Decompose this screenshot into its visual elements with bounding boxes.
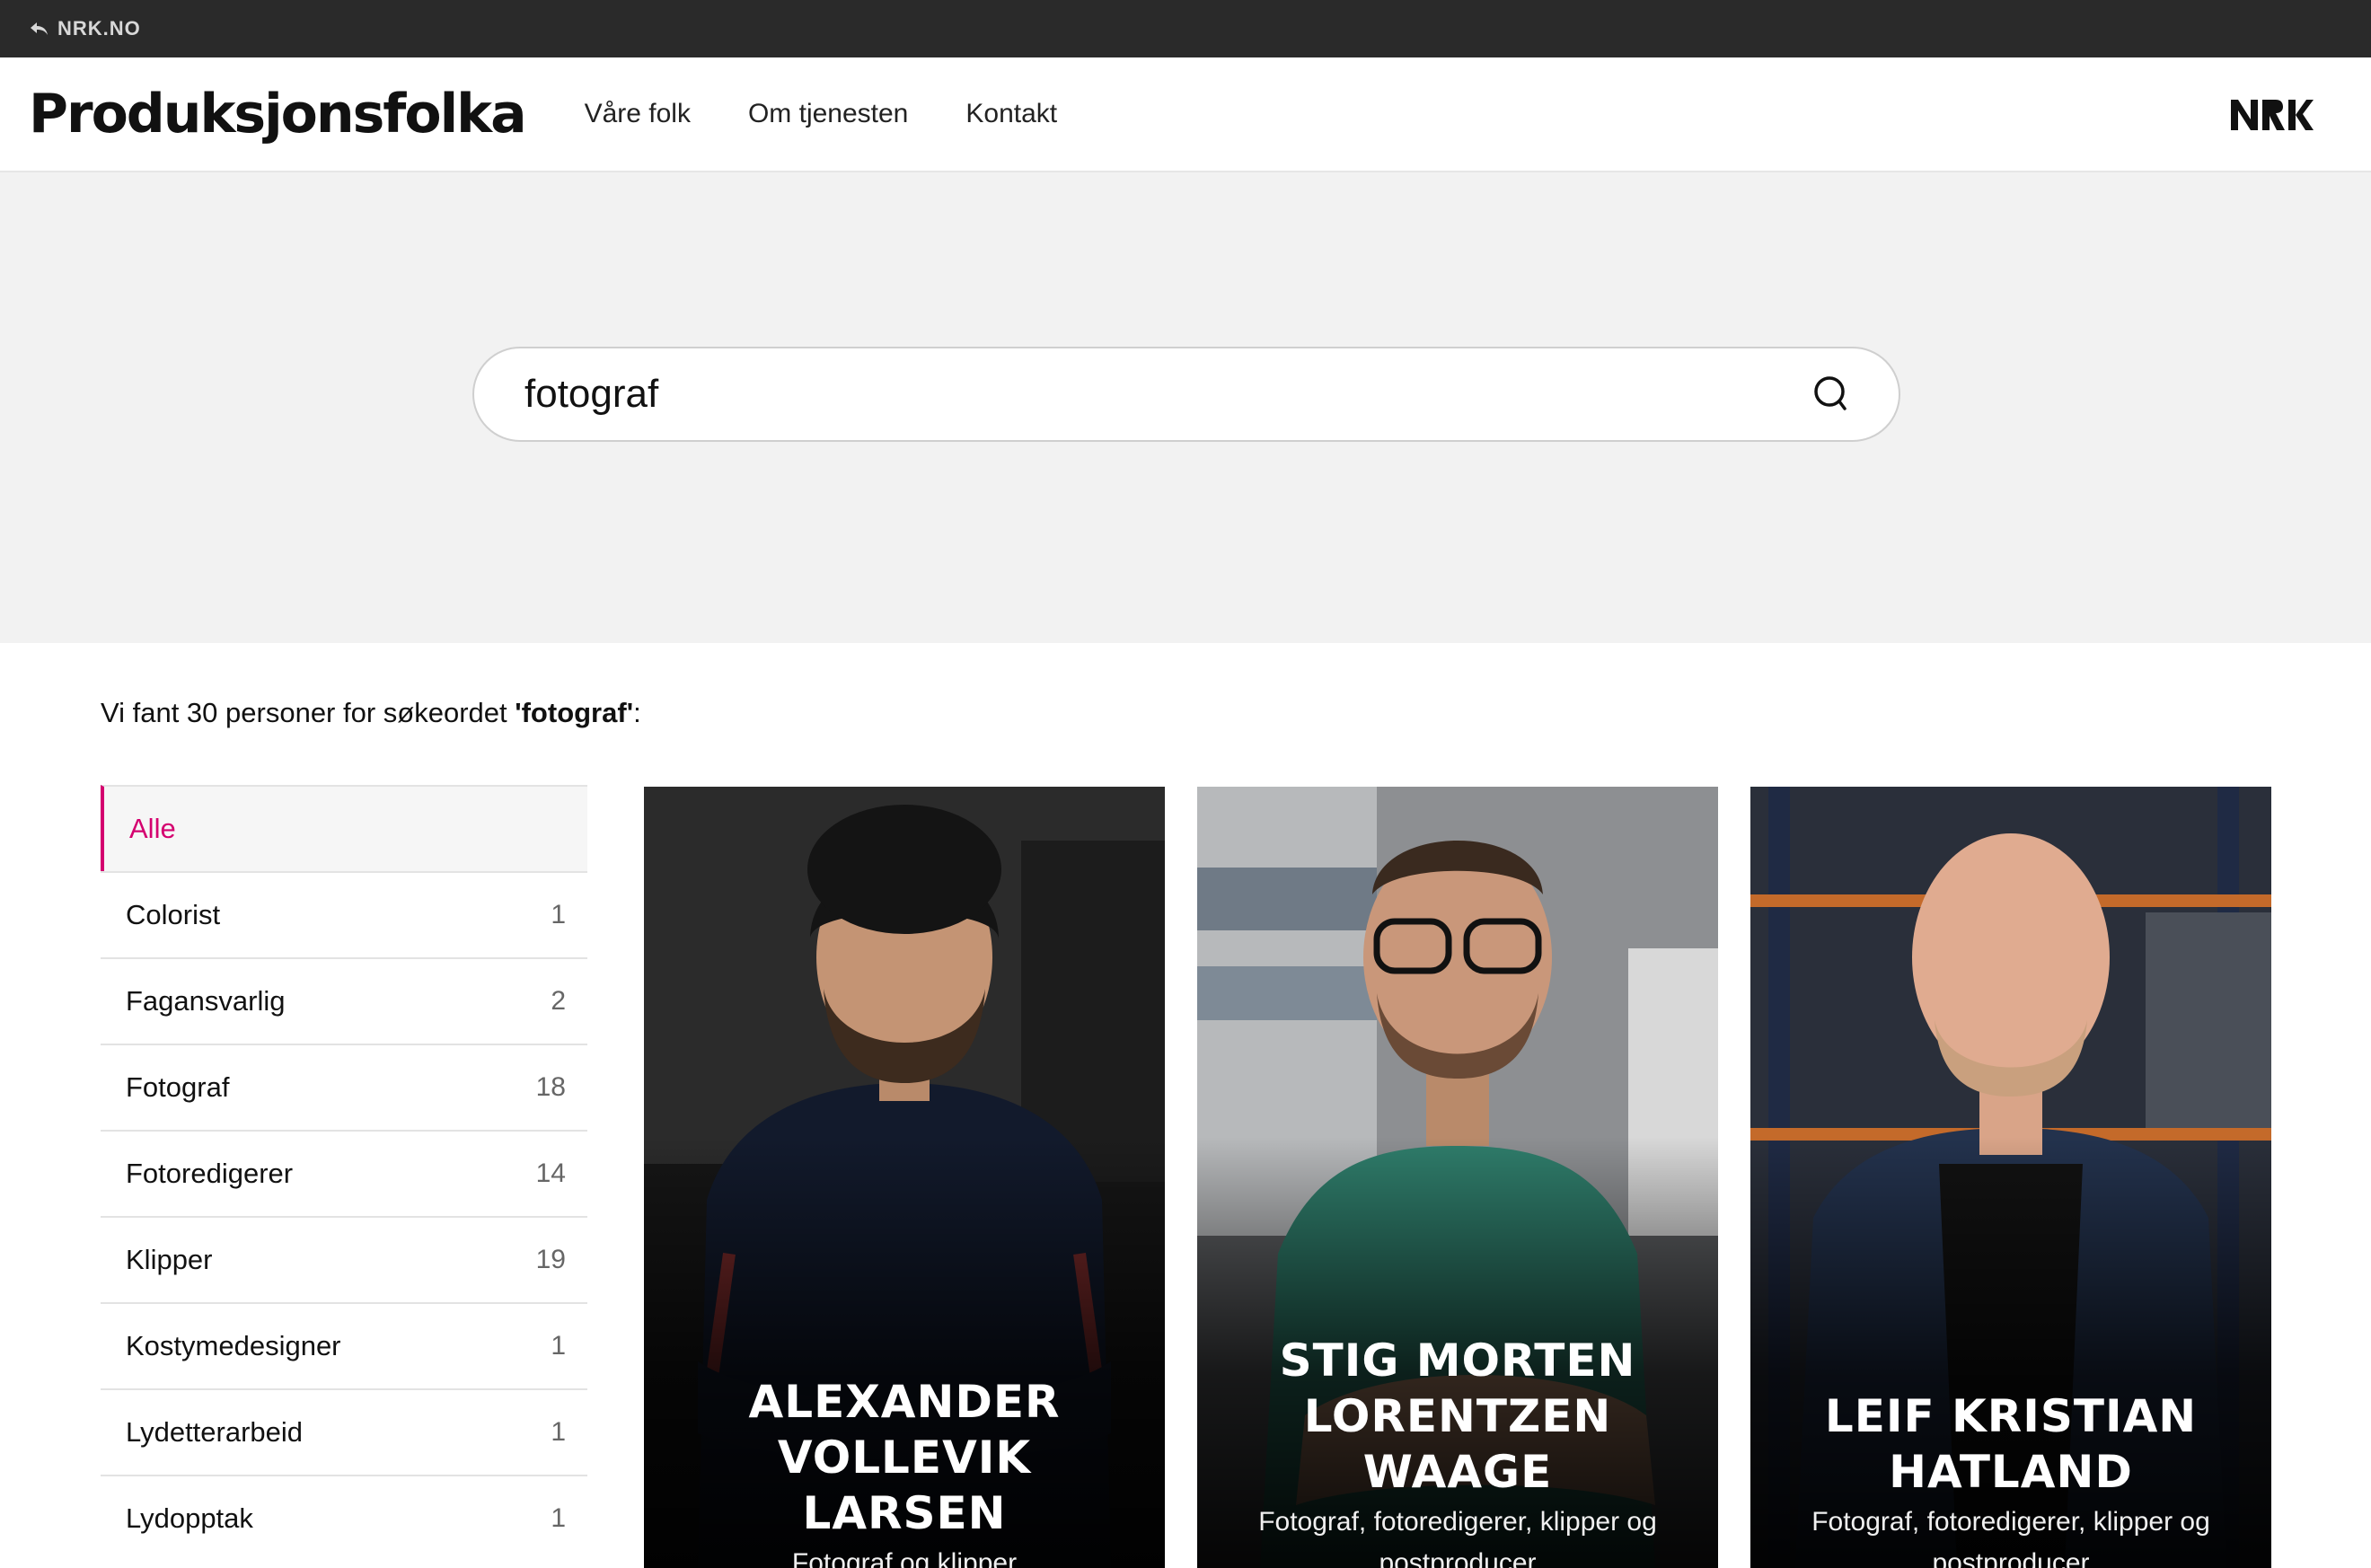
nrk-back-link[interactable]: NRK.NO: [29, 17, 141, 40]
site-logo[interactable]: Produksjonsfolka: [29, 83, 527, 145]
search-icon[interactable]: [1811, 373, 1854, 416]
card-caption: ALEXANDER VOLLEVIK LARSEN Fotograf og kl…: [644, 1374, 1165, 1568]
filter-kostymedesigner[interactable]: Kostymedesigner 1: [101, 1302, 587, 1388]
person-role-line: Fotograf, fotoredigerer, klipper og: [1258, 1507, 1657, 1537]
person-role: Fotograf og klipper: [680, 1543, 1129, 1568]
person-card[interactable]: LEIF KRISTIAN HATLAND Fotograf, fotoredi…: [1750, 787, 2271, 1568]
card-caption: LEIF KRISTIAN HATLAND Fotograf, fotoredi…: [1750, 1388, 2271, 1568]
filter-label: Klipper: [126, 1244, 213, 1275]
role-filter-list: Alle Colorist 1 Fagansvarlig 2 Fotograf …: [101, 785, 587, 1561]
person-name-line: WAAGE: [1362, 1446, 1553, 1498]
person-name-line: HATLAND: [1889, 1446, 2133, 1498]
filter-count: 2: [551, 986, 566, 1016]
filter-fotograf[interactable]: Fotograf 18: [101, 1044, 587, 1130]
filter-count: 1: [551, 1331, 566, 1361]
person-role-line: Fotograf og klipper: [791, 1548, 1018, 1568]
filter-alle[interactable]: Alle: [101, 785, 587, 871]
person-name-line: LEIF KRISTIAN: [1824, 1390, 2198, 1442]
filter-label: Fagansvarlig: [126, 985, 286, 1017]
person-role-line: postproducer: [1932, 1548, 2090, 1568]
back-arrow-icon: [31, 22, 48, 35]
filter-klipper[interactable]: Klipper 19: [101, 1216, 587, 1302]
search-input[interactable]: [524, 372, 1811, 417]
person-name-line: STIG MORTEN: [1279, 1335, 1636, 1387]
results-term: 'fotograf': [515, 697, 634, 728]
person-role: Fotograf, fotoredigerer, klipper og post…: [1786, 1502, 2235, 1568]
search-hero: [0, 172, 2371, 643]
filter-count: 19: [535, 1245, 566, 1274]
filter-count: 18: [535, 1072, 566, 1102]
nrk-logo[interactable]: [2231, 95, 2314, 139]
filter-label: Lydopptak: [126, 1502, 253, 1534]
person-name: LEIF KRISTIAN HATLAND: [1786, 1388, 2235, 1500]
nav-om-tjenesten[interactable]: Om tjenesten: [748, 99, 908, 129]
person-name: ALEXANDER VOLLEVIK LARSEN: [680, 1374, 1129, 1541]
person-name-line: VOLLEVIK LARSEN: [777, 1431, 1032, 1539]
results-prefix: Vi fant 30 personer for søkeordet: [101, 697, 516, 728]
filter-count: 14: [535, 1158, 566, 1188]
nav-kontakt[interactable]: Kontakt: [965, 99, 1057, 129]
filter-label: Alle: [129, 813, 176, 844]
filter-lydopptak[interactable]: Lydopptak 1: [101, 1475, 587, 1561]
filter-label: Lydetterarbeid: [126, 1416, 304, 1448]
filter-label: Fotograf: [126, 1071, 230, 1103]
top-bar: NRK.NO: [0, 0, 2371, 57]
nrk-logo-mark: [2231, 100, 2314, 130]
main-nav: Våre folk Om tjenesten Kontakt: [585, 99, 1058, 129]
filter-lydetterarbeid[interactable]: Lydetterarbeid 1: [101, 1388, 587, 1475]
person-name-line: ALEXANDER: [748, 1376, 1061, 1428]
nrk-back-label: NRK.NO: [57, 17, 141, 40]
site-header: Produksjonsfolka Våre folk Om tjenesten …: [0, 57, 2371, 172]
person-name: STIG MORTEN LORENTZEN WAAGE: [1233, 1333, 1682, 1500]
person-role-line: Fotograf, fotoredigerer, klipper og: [1811, 1507, 2210, 1537]
filter-fotoredigerer[interactable]: Fotoredigerer 14: [101, 1130, 587, 1216]
results-summary: Vi fant 30 personer for søkeordet 'fotog…: [101, 697, 641, 729]
results-suffix: :: [633, 697, 641, 728]
filter-count: 1: [551, 1417, 566, 1447]
person-card[interactable]: STIG MORTEN LORENTZEN WAAGE Fotograf, fo…: [1197, 787, 1718, 1568]
person-name-line: LORENTZEN: [1303, 1390, 1612, 1442]
person-role-line: postproducer: [1379, 1548, 1537, 1568]
nav-vare-folk[interactable]: Våre folk: [585, 99, 691, 129]
filter-label: Kostymedesigner: [126, 1330, 341, 1361]
filter-colorist[interactable]: Colorist 1: [101, 871, 587, 957]
filter-count: 1: [551, 900, 566, 929]
filter-count: 1: [551, 1503, 566, 1533]
search-box: [472, 347, 1900, 442]
person-card[interactable]: ALEXANDER VOLLEVIK LARSEN Fotograf og kl…: [644, 787, 1165, 1568]
filter-fagansvarlig[interactable]: Fagansvarlig 2: [101, 957, 587, 1044]
filter-label: Colorist: [126, 899, 221, 930]
card-caption: STIG MORTEN LORENTZEN WAAGE Fotograf, fo…: [1197, 1333, 1718, 1568]
person-role: Fotograf, fotoredigerer, klipper og post…: [1233, 1502, 1682, 1568]
filter-label: Fotoredigerer: [126, 1158, 294, 1189]
